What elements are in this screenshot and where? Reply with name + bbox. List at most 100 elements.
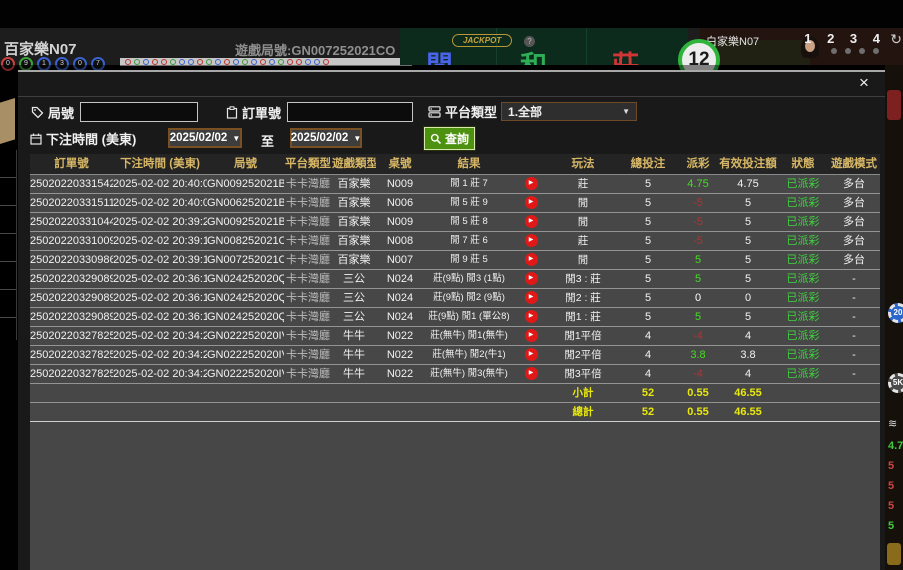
cell-result: 閒 7 莊 6: [424, 232, 514, 250]
cell-round_no: GN008252021CU: [207, 232, 284, 250]
cell-payout: 5: [678, 308, 718, 326]
replay-button[interactable]: ▶: [525, 291, 538, 304]
cell-round_no: GN009252021BZ: [207, 175, 284, 193]
table-row: 2502022033098612025-02-02 20:39:16GN0072…: [30, 251, 880, 270]
cell-total_bet: 5: [618, 175, 678, 193]
close-button[interactable]: ×: [853, 72, 875, 94]
bet-area-0[interactable]: 閒: [426, 44, 453, 65]
cell-bet_time: 2025-02-02 20:34:22: [113, 327, 207, 345]
table-row: 2502022033151152025-02-02 20:40:05GN0062…: [30, 194, 880, 213]
cell-game_type: 百家樂: [332, 194, 376, 212]
col-header: 派彩: [678, 154, 718, 174]
cell-replay: ▶: [514, 213, 548, 231]
sum-empty: [828, 403, 880, 421]
cell-platform: 卡卡灣廳: [284, 213, 332, 231]
cell-status: 已派彩: [778, 346, 828, 364]
chip-icon[interactable]: 20: [888, 303, 903, 323]
col-header: 平台類型: [284, 154, 332, 174]
date-to-picker[interactable]: 2025/02/02 ▼: [290, 128, 362, 148]
camera-numbers[interactable]: 1 2 3 4: [804, 31, 886, 46]
platform-select[interactable]: 1.全部 ▼: [501, 102, 637, 121]
table-row: 2502022032908932025-02-02 20:36:17GN0242…: [30, 308, 880, 327]
cell-platform: 卡卡灣廳: [284, 175, 332, 193]
replay-button[interactable]: ▶: [525, 253, 538, 266]
sum-empty: [424, 384, 514, 402]
cell-game_mode: 多台: [828, 232, 880, 250]
table-row: 2502022032782572025-02-02 20:34:22GN0222…: [30, 346, 880, 365]
cell-order_no: 250202203290893: [30, 308, 113, 326]
sum-empty: [514, 384, 548, 402]
side-panel-gold-decor: [887, 543, 901, 565]
sum-empty: [376, 384, 424, 402]
table-edge-decor: [0, 98, 15, 144]
search-button[interactable]: 查詢: [424, 127, 475, 150]
cell-valid_bet: 5: [718, 251, 778, 269]
cell-platform: 卡卡灣廳: [284, 232, 332, 250]
cell-table_no: N022: [376, 327, 424, 345]
cell-platform: 卡卡灣廳: [284, 270, 332, 288]
cell-replay: ▶: [514, 175, 548, 193]
chevron-down-icon: ▼: [353, 134, 361, 143]
replay-button[interactable]: ▶: [525, 177, 538, 190]
cell-bet_time: 2025-02-02 20:34:22: [113, 346, 207, 364]
replay-button[interactable]: ▶: [525, 272, 538, 285]
sum-empty: [332, 384, 376, 402]
replay-button[interactable]: ▶: [525, 367, 538, 380]
cell-game_type: 百家樂: [332, 232, 376, 250]
sum-label: 總計: [548, 403, 618, 421]
cell-platform: 卡卡灣廳: [284, 289, 332, 307]
cell-round_no: GN022252020IV: [207, 327, 284, 345]
cell-result: 莊(9點) 閒1 (單公8): [424, 308, 514, 326]
sum-empty: [828, 384, 880, 402]
cell-game_mode: 多台: [828, 213, 880, 231]
cell-total_bet: 5: [618, 289, 678, 307]
replay-button[interactable]: ▶: [525, 329, 538, 342]
order-input[interactable]: [287, 102, 413, 122]
cell-bet_time: 2025-02-02 20:34:22: [113, 365, 207, 383]
cell-valid_bet: 3.8: [718, 346, 778, 364]
sum-empty: [284, 403, 332, 421]
col-header-empty: [514, 154, 548, 174]
cell-game_mode: -: [828, 327, 880, 345]
dot-icon: [859, 48, 865, 54]
chip-icon[interactable]: 5K: [888, 373, 903, 393]
cell-result: 閒 9 莊 5: [424, 251, 514, 269]
sum-total-bet: 52: [618, 403, 678, 421]
cell-game_type: 牛牛: [332, 365, 376, 383]
cell-result: 莊(9點) 閒2 (9點): [424, 289, 514, 307]
replay-button[interactable]: ▶: [525, 310, 538, 323]
replay-button[interactable]: ▶: [525, 348, 538, 361]
sum-empty: [332, 403, 376, 421]
bet-area-1[interactable]: 和: [520, 44, 547, 65]
cell-replay: ▶: [514, 346, 548, 364]
left-side-strip: [0, 65, 18, 570]
cell-status: 已派彩: [778, 289, 828, 307]
round-input[interactable]: [80, 102, 198, 122]
cell-play_method: 閒3平倍: [548, 365, 618, 383]
table-row: 2502022033154252025-02-02 20:40:08GN0092…: [30, 175, 880, 194]
table-header-row: 訂單號下注時間 (美東)局號平台類型遊戲類型桌號結果玩法總投注派彩有效投注額狀態…: [30, 154, 880, 175]
cell-order_no: 250202203310091: [30, 232, 113, 250]
sum-empty: [30, 403, 113, 421]
video-feed: 白家樂N07 1 2 3 4 ↻: [700, 28, 903, 65]
cell-status: 已派彩: [778, 213, 828, 231]
cell-payout: 0: [678, 289, 718, 307]
cell-order_no: 250202203278257: [30, 346, 113, 364]
replay-button[interactable]: ▶: [525, 234, 538, 247]
replay-button[interactable]: ▶: [525, 215, 538, 228]
replay-button[interactable]: ▶: [525, 196, 538, 209]
sum-valid-bet: 46.55: [718, 384, 778, 402]
order-filter-label: 訂單號: [242, 103, 281, 122]
col-header: 遊戲模式: [828, 154, 880, 174]
bet-area-2[interactable]: 莊: [612, 44, 639, 65]
subtotal-row: 小計520.5546.55: [30, 384, 880, 403]
cell-platform: 卡卡灣廳: [284, 346, 332, 364]
cell-total_bet: 4: [618, 365, 678, 383]
cell-valid_bet: 4.75: [718, 175, 778, 193]
cell-replay: ▶: [514, 251, 548, 269]
date-from-picker[interactable]: 2025/02/02 ▼: [168, 128, 242, 148]
cell-order_no: 250202203278256: [30, 365, 113, 383]
refresh-icon[interactable]: ↻: [890, 31, 902, 48]
dot-icon: [873, 48, 879, 54]
clipboard-icon: [226, 106, 238, 119]
